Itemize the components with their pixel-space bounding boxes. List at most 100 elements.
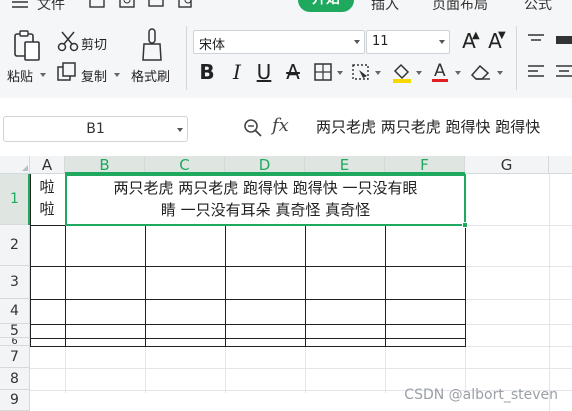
tab-home[interactable]: 开始 xyxy=(298,0,354,12)
gridline xyxy=(465,299,572,300)
increase-font-caret-icon: ▲ xyxy=(472,30,480,41)
svg-text:A: A xyxy=(434,61,446,81)
zoom-search-icon[interactable] xyxy=(243,118,263,138)
menu-bar: 文件 开始 插入 页面布局 公式 xyxy=(0,0,572,12)
align-center-icon[interactable] xyxy=(556,64,572,80)
select-all-corner[interactable] xyxy=(0,156,30,174)
print-preview-icon[interactable] xyxy=(178,0,195,8)
gridline xyxy=(225,346,226,393)
clear-format-icon[interactable] xyxy=(470,63,492,81)
chevron-down-icon xyxy=(177,128,183,132)
row-header-4[interactable]: 4 xyxy=(0,299,30,324)
row-header-8[interactable]: 8 xyxy=(0,368,30,390)
paste-button[interactable]: 粘贴 xyxy=(7,66,33,85)
name-box-value: B1 xyxy=(86,121,105,137)
gridline xyxy=(145,346,146,393)
chevron-down-icon xyxy=(354,40,360,44)
insert-function-button[interactable]: fx xyxy=(272,115,289,136)
merged-cell-b1[interactable]: 两只老虎 两只老虎 跑得快 跑得快 一只没有眼 睛 一只没有耳朵 真奇怪 真奇怪 xyxy=(65,174,466,226)
cell-border xyxy=(30,174,31,346)
export-icon[interactable] xyxy=(119,0,136,8)
cell-a1[interactable]: 啦啦 xyxy=(36,176,58,220)
format-painter-button[interactable]: 格式刷 xyxy=(131,66,170,85)
cell-border xyxy=(385,225,386,346)
cell-border xyxy=(225,225,226,346)
column-header-a[interactable]: A xyxy=(30,156,65,174)
italic-button[interactable]: I xyxy=(227,62,247,82)
cell-border xyxy=(30,299,466,300)
name-box[interactable]: B1 xyxy=(3,116,188,142)
strikethrough-button[interactable]: A xyxy=(283,62,303,82)
cell-border xyxy=(30,346,466,347)
format-painter-icon[interactable] xyxy=(141,28,165,62)
file-menu[interactable]: 文件 xyxy=(37,0,65,12)
tab-insert[interactable]: 插入 xyxy=(371,0,399,12)
bold-button[interactable]: B xyxy=(197,62,217,82)
column-header-g[interactable]: G xyxy=(465,156,549,174)
cell-border xyxy=(30,324,466,325)
watermark-text: CSDN @albort_steven xyxy=(404,387,558,403)
decrease-font-caret-icon: ▼ xyxy=(498,30,506,41)
fill-pattern-icon[interactable] xyxy=(351,62,371,82)
fill-color-caret-icon[interactable] xyxy=(416,71,422,75)
borders-icon[interactable] xyxy=(313,62,333,82)
font-name-select[interactable]: 宋体 xyxy=(193,30,365,54)
hamburger-icon[interactable] xyxy=(12,0,30,8)
font-size-value: 11 xyxy=(372,34,389,49)
save-icon[interactable] xyxy=(89,0,106,8)
fill-color-icon[interactable] xyxy=(391,61,413,83)
align-top-icon[interactable] xyxy=(528,32,544,46)
row-header-6[interactable]: 6 xyxy=(0,338,30,346)
gridline xyxy=(385,346,386,393)
tab-page-layout[interactable]: 页面布局 xyxy=(432,0,488,12)
copy-caret-icon[interactable] xyxy=(114,73,120,77)
cell-border xyxy=(145,225,146,346)
gridline xyxy=(30,368,572,369)
undo-icon[interactable] xyxy=(208,0,225,8)
ribbon: 粘贴 剪切 复制 格式刷 宋体 11 A ▲ A ▼ B I U A A xyxy=(0,12,572,109)
merged-cell-line-1: 两只老虎 两只老虎 跑得快 跑得快 一只没有眼 xyxy=(113,179,418,197)
gridline xyxy=(465,266,572,267)
gridline xyxy=(65,346,66,393)
font-size-select[interactable]: 11 xyxy=(366,30,450,54)
cell-border xyxy=(30,338,466,339)
gridline xyxy=(465,324,572,325)
copy-icon[interactable] xyxy=(57,62,77,82)
paste-icon[interactable] xyxy=(12,30,42,62)
font-color-caret-icon[interactable] xyxy=(455,71,461,75)
fill-pattern-caret-icon[interactable] xyxy=(375,71,381,75)
formula-input[interactable]: 两只老虎 两只老虎 跑得快 跑得快 xyxy=(316,116,540,137)
cell-border xyxy=(305,225,306,346)
align-middle-icon[interactable] xyxy=(556,32,572,46)
redo-icon[interactable] xyxy=(236,0,253,8)
spreadsheet-grid: A B C D E F G 1 2 3 4 5 6 7 8 9 啦啦 两只老虎 … xyxy=(0,156,572,411)
gridline xyxy=(465,346,466,393)
underline-button[interactable]: U xyxy=(254,62,274,82)
row-header-7[interactable]: 7 xyxy=(0,346,30,368)
ribbon-separator xyxy=(516,26,517,90)
scissors-icon[interactable] xyxy=(57,30,79,52)
align-left-icon[interactable] xyxy=(528,64,544,80)
column-header-h[interactable] xyxy=(549,156,572,174)
row-header-1[interactable]: 1 xyxy=(0,174,30,225)
borders-caret-icon[interactable] xyxy=(337,71,343,75)
ribbon-separator xyxy=(186,26,187,90)
tab-formulas[interactable]: 公式 xyxy=(524,0,552,12)
chevron-down-icon xyxy=(439,40,445,44)
copy-button[interactable]: 复制 xyxy=(81,66,107,85)
more-icon[interactable] xyxy=(264,0,281,8)
row-header-3[interactable]: 3 xyxy=(0,266,30,299)
row-header-5[interactable]: 5 xyxy=(0,323,30,339)
font-name-value: 宋体 xyxy=(199,38,226,53)
paste-caret-icon[interactable] xyxy=(40,73,46,77)
gridline xyxy=(305,346,306,393)
print-icon[interactable] xyxy=(148,0,165,8)
cut-button[interactable]: 剪切 xyxy=(81,34,107,53)
row-header-9[interactable]: 9 xyxy=(0,390,30,411)
fill-handle[interactable] xyxy=(462,222,468,228)
font-color-icon[interactable]: A xyxy=(430,60,450,84)
gridline xyxy=(465,346,572,347)
merged-cell-line-2: 睛 一只没有耳朵 真奇怪 真奇怪 xyxy=(160,201,371,219)
clear-format-caret-icon[interactable] xyxy=(497,71,503,75)
row-header-2[interactable]: 2 xyxy=(0,225,30,266)
